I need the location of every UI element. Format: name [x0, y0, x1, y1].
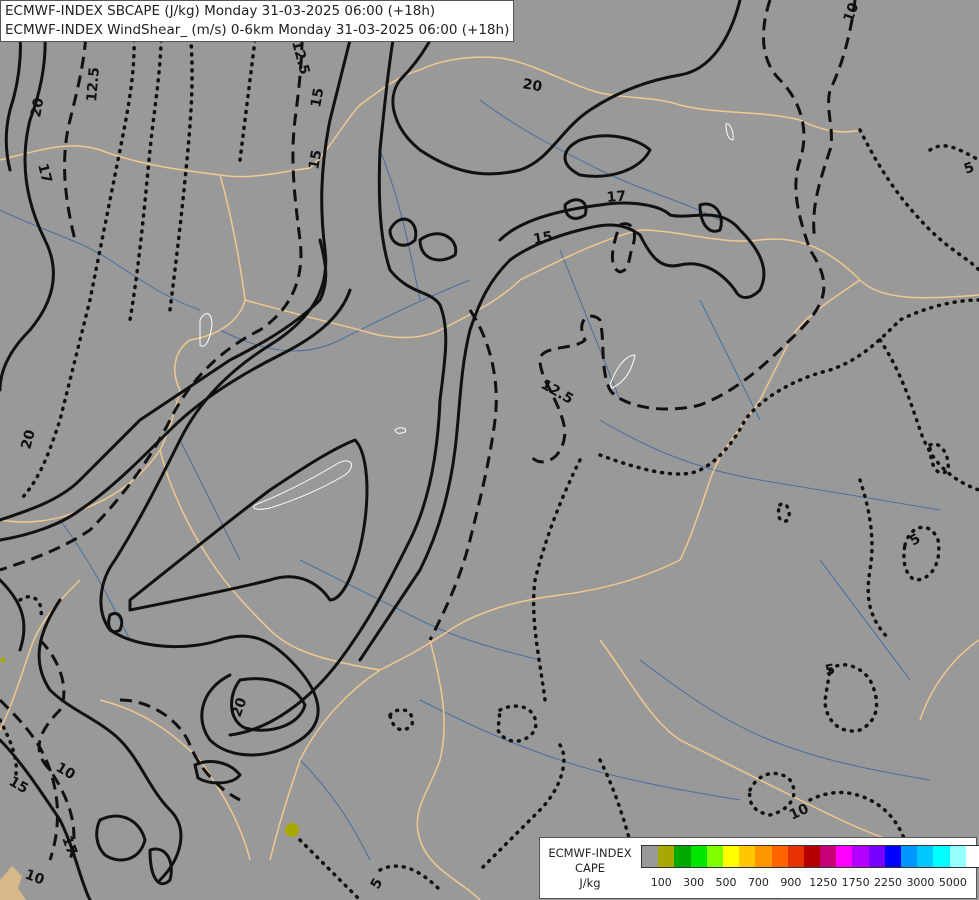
legend-tick-label: 3000	[906, 876, 935, 889]
legend-tick-label: 1250	[809, 876, 838, 889]
legend-swatch	[949, 846, 966, 867]
contour-label: 15	[532, 229, 554, 248]
legend-swatch	[674, 846, 691, 867]
legend-title-line: J/kg	[579, 876, 601, 890]
legend-swatch	[722, 846, 740, 867]
legend-swatch	[884, 846, 901, 867]
legend-swatch	[917, 846, 934, 867]
contour-label: 12.5	[84, 67, 103, 103]
cape-legend: ECMWF-INDEX CAPE J/kg 100 300 500 700 900 125…	[539, 837, 979, 899]
legend-swatch	[739, 846, 756, 867]
legend-swatch	[787, 846, 804, 867]
legend-swatch	[852, 846, 869, 867]
legend-swatch	[933, 846, 950, 867]
legend-swatch	[868, 846, 885, 867]
legend-swatch	[771, 846, 788, 867]
legend-tick-label: 300	[683, 876, 705, 889]
legend-swatch	[642, 846, 659, 867]
contour-label: 17	[606, 188, 627, 206]
legend-swatch	[803, 846, 821, 867]
legend-swatch	[820, 846, 837, 867]
legend-swatch	[836, 846, 853, 867]
legend-title-line: ECMWF-INDEX	[548, 846, 632, 860]
legend-title: ECMWF-INDEX CAPE J/kg	[540, 846, 640, 891]
contour-label: 20	[521, 76, 543, 95]
legend-swatch	[658, 846, 675, 867]
weather-map: 20 12.5 17 12.5 15 20 17 15 10 12.5 20 1…	[0, 0, 979, 900]
legend-tick-labels: 100 300 500 700 900 1250 1750 2250 3000 5000	[641, 876, 971, 890]
legend-tick-label: 700	[747, 876, 769, 889]
legend-color-scale	[641, 845, 979, 868]
legend-tick-label: 100	[650, 876, 672, 889]
legend-swatch	[901, 846, 918, 867]
legend-swatch	[690, 846, 707, 867]
title-line-cape: ECMWF-INDEX SBCAPE (J/kg) Monday 31-03-2…	[5, 3, 436, 19]
map-title: ECMWF-INDEX SBCAPE (J/kg) Monday 31-03-2…	[0, 0, 515, 42]
legend-tick-label: 5000	[938, 876, 967, 889]
legend-swatch	[965, 846, 979, 867]
contour-label: 15	[308, 87, 327, 109]
legend-tick-label: 900	[780, 876, 802, 889]
contour-label: 15	[306, 149, 325, 171]
legend-title-line: CAPE	[574, 861, 606, 875]
legend-swatch	[755, 846, 772, 867]
legend-tick-label: 1750	[841, 876, 870, 889]
title-line-windshear: ECMWF-INDEX WindShear_ (m/s) 0-6km Monda…	[5, 21, 510, 38]
legend-tick-label: 2250	[874, 876, 903, 889]
contour-label: 20	[28, 96, 47, 118]
legend-tick-label: 500	[715, 876, 737, 889]
legend-swatch	[706, 846, 723, 867]
